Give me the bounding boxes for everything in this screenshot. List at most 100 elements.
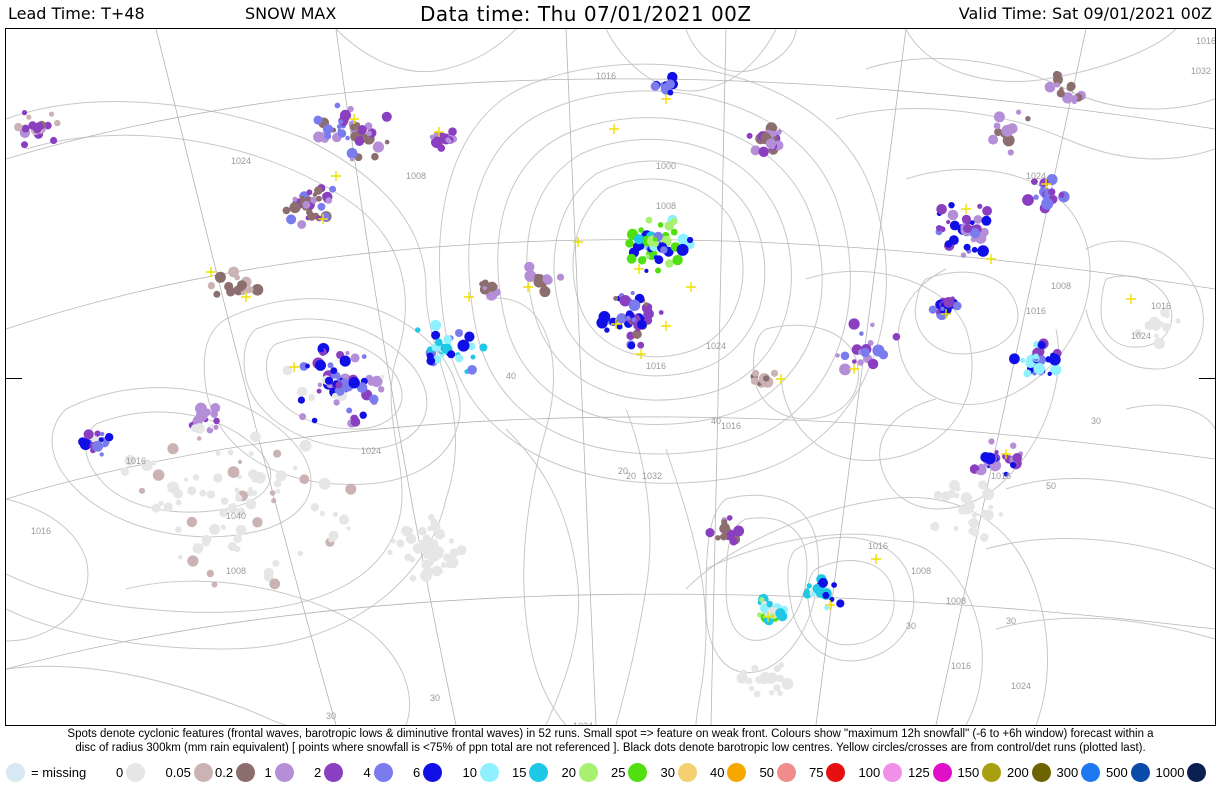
cyclone-spot xyxy=(1025,116,1031,122)
legend-item: 150 xyxy=(952,761,1002,783)
cyclone-spot xyxy=(235,525,247,536)
cyclone-spot xyxy=(404,553,412,561)
cyclone-spot xyxy=(631,317,637,323)
control-run-cross xyxy=(661,321,671,331)
cyclone-spot xyxy=(977,245,989,257)
legend-item-label: 6 xyxy=(413,764,421,780)
cyclone-spot xyxy=(211,581,218,588)
cyclone-spot xyxy=(192,543,204,554)
isobar-label: 1040 xyxy=(226,511,246,521)
cyclone-spot xyxy=(630,290,635,296)
cyclone-spot xyxy=(331,392,338,399)
cyclone-spot xyxy=(92,440,104,452)
cyclone-spot xyxy=(811,592,816,597)
cyclone-spot xyxy=(637,341,645,349)
cyclone-spot xyxy=(240,290,246,296)
cyclone-spot xyxy=(946,219,951,225)
cyclone-spot xyxy=(227,449,234,456)
header-bar: Lead Time: T+48 SNOW MAX Data time: Thu … xyxy=(0,0,1222,28)
cyclone-spot xyxy=(982,488,995,501)
cyclone-spot xyxy=(328,536,334,543)
graticule-label: 30 xyxy=(906,621,916,631)
cyclone-spot xyxy=(984,452,996,465)
caption-line-2: disc of radius 300km (mm rain equivalent… xyxy=(75,742,1146,754)
legend-swatch xyxy=(1081,762,1101,782)
cyclone-spot xyxy=(246,286,254,294)
cyclone-spot xyxy=(440,549,445,554)
cyclone-spot xyxy=(1050,364,1062,376)
legend-swatch xyxy=(236,762,256,782)
cyclone-spot xyxy=(835,353,840,358)
caption-line-1: Spots denote cyclonic features (frontal … xyxy=(67,728,1154,740)
cyclone-spot xyxy=(542,274,552,284)
cyclone-spot xyxy=(207,281,216,290)
cyclone-spot xyxy=(271,498,277,504)
isobar-label: 1024 xyxy=(573,721,593,725)
cyclone-spot xyxy=(1043,191,1049,197)
cyclone-spot xyxy=(381,111,392,122)
cyclone-spot xyxy=(1066,84,1075,92)
legend-item: 2 xyxy=(308,761,344,783)
cyclone-spot xyxy=(479,343,488,352)
cyclone-spot xyxy=(418,540,425,546)
cyclone-spot xyxy=(175,526,182,533)
cyclone-spot xyxy=(1022,194,1034,206)
isobar-label: 1016 xyxy=(868,541,888,551)
graticule-label: 40 xyxy=(711,416,721,426)
cyclone-spot xyxy=(167,443,179,455)
cyclone-spot xyxy=(435,338,443,347)
isobar-label: 1016 xyxy=(1196,36,1215,46)
cyclone-spot xyxy=(993,111,1005,123)
cyclone-spot xyxy=(958,505,964,510)
cyclone-spot xyxy=(617,315,626,324)
cyclone-spot xyxy=(158,500,164,506)
right-edge-tick xyxy=(1199,378,1215,379)
cyclone-spot xyxy=(302,201,311,209)
cyclone-spot xyxy=(486,281,498,292)
cyclone-spot xyxy=(269,490,276,496)
legend-item: 25 xyxy=(605,761,648,783)
cyclone-spot xyxy=(1047,371,1052,376)
cyclone-spot xyxy=(317,203,325,211)
legend-item: 20 xyxy=(556,761,598,783)
cyclone-spot xyxy=(1153,337,1166,350)
cyclone-spot xyxy=(655,267,661,274)
cyclone-spot xyxy=(953,525,959,531)
cyclone-spot xyxy=(1044,81,1056,93)
legend-item-label: 4 xyxy=(363,764,371,780)
cyclone-spot xyxy=(327,362,334,369)
legend-swatch xyxy=(373,762,393,782)
control-run-cross xyxy=(634,264,644,274)
legend-item-label: 30 xyxy=(660,764,675,780)
cyclone-spot xyxy=(338,514,350,525)
cyclone-spot xyxy=(221,497,229,505)
cyclone-spot xyxy=(604,327,610,333)
cyclone-spot xyxy=(14,122,23,132)
cyclone-spot xyxy=(933,491,943,500)
cyclone-spot xyxy=(299,439,312,452)
cyclone-spot xyxy=(970,528,980,537)
legend-swatch xyxy=(274,762,294,782)
legend-item: 75 xyxy=(803,761,846,783)
legend-swatch xyxy=(324,762,344,782)
cyclone-spot xyxy=(1007,149,1014,156)
legend-swatch xyxy=(126,762,146,782)
legend-item: 6 xyxy=(407,761,443,783)
cyclone-spot xyxy=(196,436,202,441)
cyclone-spot xyxy=(867,358,879,370)
cyclone-spot xyxy=(390,538,396,544)
cyclone-spot xyxy=(350,417,361,427)
cyclone-spot xyxy=(350,157,354,162)
legend-swatch xyxy=(727,762,747,782)
control-run-cross xyxy=(686,282,696,292)
isobar-label: 1008 xyxy=(656,201,676,211)
cyclone-spot xyxy=(988,504,994,510)
cyclone-spot xyxy=(209,523,221,535)
cyclone-spot xyxy=(372,141,384,153)
cyclone-spot xyxy=(1009,355,1015,362)
cyclone-spot xyxy=(947,209,959,221)
cyclone-spot xyxy=(173,488,183,499)
control-run-cross xyxy=(523,282,533,292)
legend-swatch xyxy=(677,762,697,782)
cyclone-spot xyxy=(973,215,983,224)
